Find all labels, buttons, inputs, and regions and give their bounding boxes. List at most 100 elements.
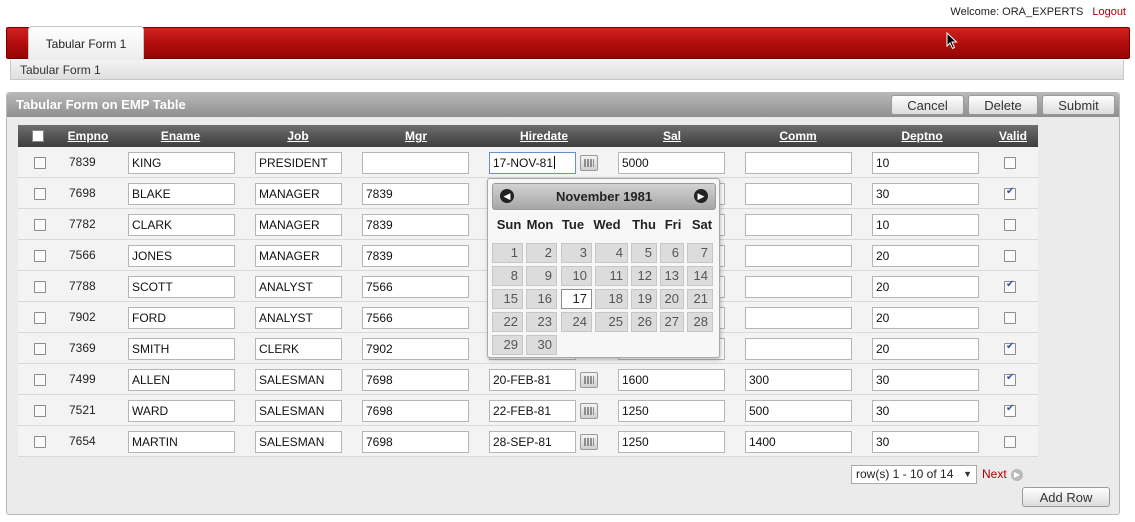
row-select-checkbox[interactable] (34, 374, 46, 386)
mgr-input[interactable]: 7839 (362, 183, 469, 205)
valid-checkbox[interactable] (1004, 279, 1016, 293)
deptno-input[interactable]: 20 (872, 338, 979, 360)
calendar-day[interactable]: 14 (687, 266, 713, 286)
calendar-day[interactable]: 2 (526, 243, 557, 263)
column-header-empno[interactable]: Empno (58, 129, 118, 143)
mgr-input[interactable]: 7902 (362, 338, 469, 360)
calendar-day[interactable]: 17 (561, 289, 592, 309)
tab-tabular-form-1[interactable]: Tabular Form 1 (28, 26, 144, 60)
calendar-day[interactable]: 13 (660, 266, 684, 286)
pagination-select[interactable]: row(s) 1 - 10 of 14 ▼ (851, 465, 977, 484)
comm-input[interactable] (745, 307, 852, 329)
mgr-input[interactable]: 7839 (362, 214, 469, 236)
calendar-icon[interactable] (580, 372, 598, 388)
valid-checkbox[interactable] (1004, 403, 1016, 417)
ename-input[interactable]: SMITH (128, 338, 235, 360)
comm-input[interactable] (745, 214, 852, 236)
job-input[interactable]: ANALYST (255, 276, 342, 298)
row-select-checkbox[interactable] (34, 157, 46, 169)
column-header-mgr[interactable]: Mgr (386, 129, 446, 143)
next-month-icon[interactable]: ▶ (694, 189, 708, 203)
select-all-checkbox[interactable] (32, 130, 44, 142)
row-select-checkbox[interactable] (34, 219, 46, 231)
job-input[interactable]: MANAGER (255, 245, 342, 267)
ename-input[interactable]: KING (128, 152, 235, 174)
calendar-day[interactable]: 5 (631, 243, 657, 263)
valid-checkbox[interactable] (1004, 312, 1016, 324)
ename-input[interactable]: WARD (128, 400, 235, 422)
mgr-input[interactable]: 7566 (362, 307, 469, 329)
valid-checkbox[interactable] (1004, 436, 1016, 448)
calendar-icon[interactable] (580, 403, 598, 419)
calendar-day[interactable]: 15 (492, 289, 523, 309)
calendar-day[interactable]: 6 (660, 243, 684, 263)
comm-input[interactable] (745, 338, 852, 360)
job-input[interactable]: SALESMAN (255, 369, 342, 391)
row-select-checkbox[interactable] (34, 250, 46, 262)
calendar-day[interactable]: 30 (526, 335, 557, 355)
job-input[interactable]: MANAGER (255, 183, 342, 205)
deptno-input[interactable]: 30 (872, 183, 979, 205)
comm-input[interactable]: 500 (745, 400, 852, 422)
hiredate-input[interactable]: 17-NOV-81 (489, 152, 576, 174)
calendar-day[interactable]: 10 (561, 266, 592, 286)
job-input[interactable]: CLERK (255, 338, 342, 360)
comm-input[interactable]: 300 (745, 369, 852, 391)
valid-checkbox[interactable] (1004, 186, 1016, 200)
deptno-input[interactable]: 20 (872, 276, 979, 298)
column-header-job[interactable]: Job (268, 129, 328, 143)
next-arrow-icon[interactable]: ▶ (1011, 469, 1023, 481)
row-select-checkbox[interactable] (34, 405, 46, 417)
ename-input[interactable]: MARTIN (128, 431, 235, 453)
next-page-link[interactable]: Next (982, 467, 1007, 481)
row-select-checkbox[interactable] (34, 281, 46, 293)
mgr-input[interactable] (362, 152, 469, 174)
calendar-day[interactable]: 24 (561, 312, 592, 332)
deptno-input[interactable]: 10 (872, 214, 979, 236)
valid-checkbox[interactable] (1004, 341, 1016, 355)
calendar-day[interactable]: 22 (492, 312, 523, 332)
mgr-input[interactable]: 7566 (362, 276, 469, 298)
calendar-day[interactable]: 27 (660, 312, 684, 332)
calendar-day[interactable]: 3 (561, 243, 592, 263)
mgr-input[interactable]: 7698 (362, 369, 469, 391)
comm-input[interactable] (745, 152, 852, 174)
ename-input[interactable]: SCOTT (128, 276, 235, 298)
hiredate-input[interactable]: 28-SEP-81 (489, 431, 576, 453)
hiredate-input[interactable]: 20-FEB-81 (489, 369, 576, 391)
job-input[interactable]: SALESMAN (255, 431, 342, 453)
cancel-button[interactable]: Cancel (891, 95, 964, 115)
calendar-icon[interactable] (580, 434, 598, 450)
calendar-day[interactable]: 20 (660, 289, 684, 309)
mgr-input[interactable]: 7698 (362, 400, 469, 422)
deptno-input[interactable]: 30 (872, 431, 979, 453)
add-row-button[interactable]: Add Row (1022, 487, 1110, 507)
column-header-valid[interactable]: Valid (988, 129, 1038, 143)
deptno-input[interactable]: 30 (872, 369, 979, 391)
ename-input[interactable]: CLARK (128, 214, 235, 236)
sal-input[interactable]: 5000 (618, 152, 725, 174)
calendar-day[interactable]: 18 (595, 289, 628, 309)
calendar-day[interactable]: 29 (492, 335, 523, 355)
logout-link[interactable]: Logout (1092, 6, 1126, 18)
column-header-hiredate[interactable]: Hiredate (504, 129, 584, 143)
row-select-checkbox[interactable] (34, 188, 46, 200)
valid-checkbox[interactable] (1004, 372, 1016, 386)
delete-button[interactable]: Delete (968, 95, 1038, 115)
calendar-day[interactable]: 19 (631, 289, 657, 309)
calendar-day[interactable]: 4 (595, 243, 628, 263)
job-input[interactable]: PRESIDENT (255, 152, 342, 174)
calendar-day[interactable]: 23 (526, 312, 557, 332)
deptno-input[interactable]: 30 (872, 400, 979, 422)
sal-input[interactable]: 1250 (618, 400, 725, 422)
calendar-day[interactable]: 16 (526, 289, 557, 309)
deptno-input[interactable]: 20 (872, 307, 979, 329)
ename-input[interactable]: BLAKE (128, 183, 235, 205)
column-header-ename[interactable]: Ename (148, 129, 213, 143)
calendar-day[interactable]: 8 (492, 266, 523, 286)
row-select-checkbox[interactable] (34, 312, 46, 324)
sal-input[interactable]: 1250 (618, 431, 725, 453)
calendar-day[interactable]: 11 (595, 266, 628, 286)
calendar-icon[interactable] (580, 155, 598, 171)
ename-input[interactable]: FORD (128, 307, 235, 329)
